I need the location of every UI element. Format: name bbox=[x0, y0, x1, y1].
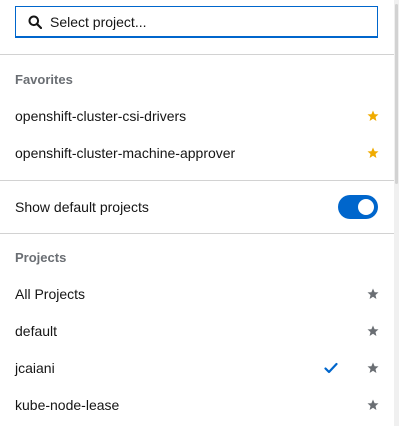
projects-heading: Projects bbox=[15, 250, 67, 265]
star-icon[interactable] bbox=[367, 110, 379, 122]
favorite-item-label: openshift-cluster-machine-approver bbox=[15, 144, 236, 161]
project-item[interactable]: All Projects bbox=[0, 275, 394, 312]
project-item-selected[interactable]: jcaiani bbox=[0, 349, 394, 386]
show-default-projects-toggle[interactable] bbox=[338, 195, 378, 219]
favorites-heading: Favorites bbox=[15, 72, 73, 87]
project-item-label: kube-node-lease bbox=[15, 396, 120, 413]
star-icon[interactable] bbox=[367, 288, 379, 300]
search-box[interactable] bbox=[15, 6, 378, 38]
star-icon[interactable] bbox=[367, 399, 379, 411]
star-icon[interactable] bbox=[367, 362, 379, 374]
show-default-projects-label: Show default projects bbox=[15, 199, 149, 215]
divider bbox=[0, 180, 394, 181]
favorite-item-label: openshift-cluster-csi-drivers bbox=[15, 107, 187, 124]
scrollbar-thumb[interactable] bbox=[395, 4, 398, 184]
project-selector-menu: Favorites openshift-cluster-csi-drivers … bbox=[0, 0, 394, 426]
check-icon bbox=[324, 362, 338, 373]
project-item-label: All Projects bbox=[15, 285, 86, 302]
favorite-item[interactable]: openshift-cluster-csi-drivers bbox=[0, 97, 394, 134]
project-item[interactable]: default bbox=[0, 312, 394, 349]
star-icon[interactable] bbox=[367, 325, 379, 337]
star-icon[interactable] bbox=[367, 147, 379, 159]
favorite-item[interactable]: openshift-cluster-machine-approver bbox=[0, 134, 394, 171]
project-item[interactable]: kube-node-lease bbox=[0, 386, 394, 423]
search-input[interactable] bbox=[50, 13, 350, 30]
divider bbox=[0, 233, 394, 234]
project-item-label: default bbox=[15, 322, 58, 339]
show-default-projects-row: Show default projects bbox=[0, 188, 394, 226]
search-icon bbox=[20, 7, 50, 36]
divider bbox=[0, 54, 394, 55]
project-item-label: jcaiani bbox=[15, 359, 55, 376]
toggle-knob bbox=[358, 199, 374, 215]
scrollbar[interactable] bbox=[394, 0, 399, 426]
